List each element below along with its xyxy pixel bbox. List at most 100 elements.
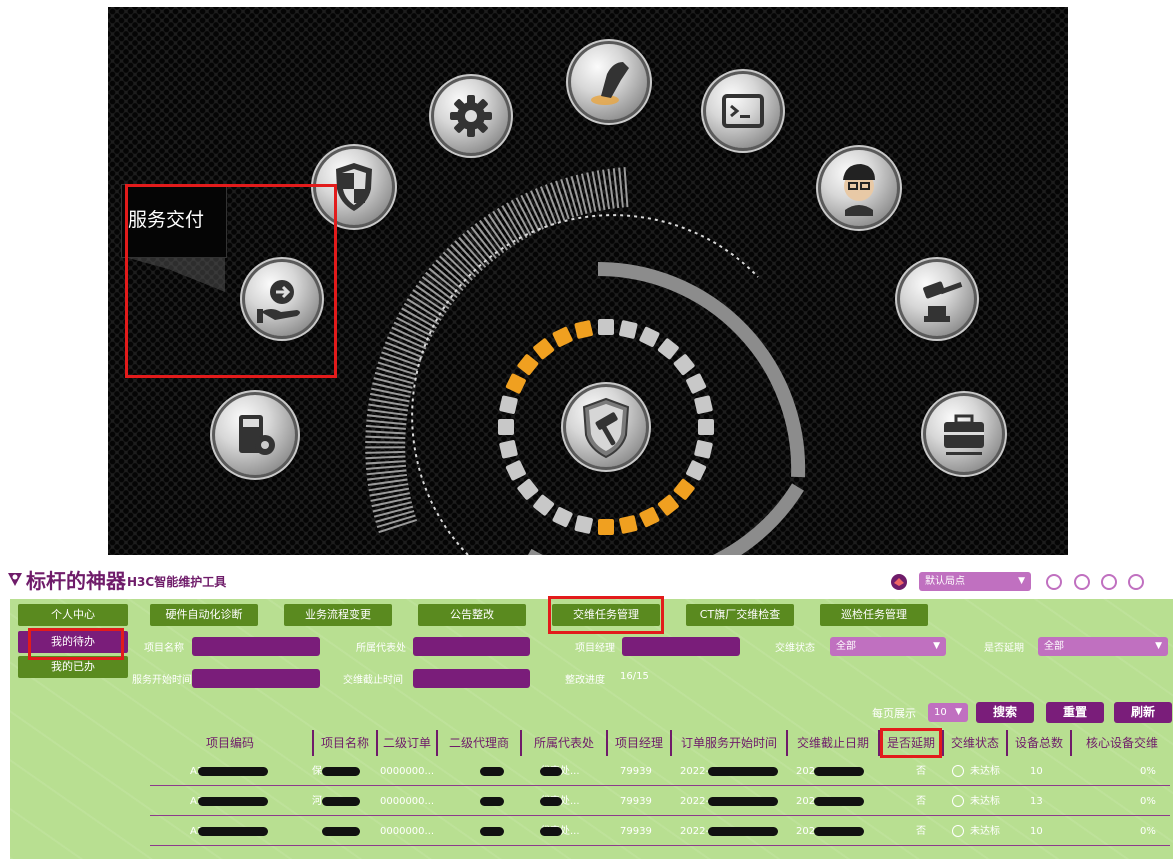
col-status[interactable]: 交维状态 [942, 730, 1006, 756]
project-name-input[interactable] [192, 637, 320, 656]
table-row[interactable]: A3H 河 0000000... 代表处... 79939 2022- 202 否 未达标 13 0… [150, 788, 1170, 816]
cell-text: 2022- [680, 826, 710, 837]
reset-button[interactable]: 重置 [1046, 702, 1104, 723]
settings-icon[interactable] [1074, 574, 1090, 590]
ring-segment [552, 507, 573, 528]
ring-segment [517, 354, 539, 376]
cell-deadline: 202 [796, 818, 864, 845]
cell-text: 0% [1140, 766, 1156, 777]
nav-notice-rectify[interactable]: 公告整改 [418, 604, 526, 626]
cell-text: 未达标 [970, 796, 1000, 807]
site-select[interactable]: 默认局点 ▼ [919, 572, 1031, 591]
cell-start: 2022- [680, 788, 778, 815]
cell-text: 否 [916, 796, 926, 807]
ring-segment [686, 373, 707, 394]
delayed-value: 全部 [1044, 641, 1064, 652]
refresh-button[interactable]: 刷新 [1114, 702, 1172, 723]
table-row[interactable]: A3 0000000... 代表处... 79939 2022- 202 否 未达标 10 0% [150, 818, 1170, 846]
maintenance-app: 标杆的神器 H3C智能维护工具 默认局点 ▼ 个人中心 我的待办 我的已办 硬件… [0, 562, 1173, 859]
sidebar-item-personal-center[interactable]: 个人中心 [18, 604, 128, 626]
cell-text: 未达标 [970, 766, 1000, 777]
cell-start: 2022- [680, 818, 778, 845]
ring-segment [657, 338, 679, 360]
chevron-down-icon: ▼ [1018, 576, 1025, 586]
redaction-bar [322, 797, 360, 806]
logo-icon [8, 573, 22, 586]
nav-inspection-task[interactable]: 巡检任务管理 [820, 604, 928, 626]
cell-order: 0000000... [380, 788, 434, 815]
ring-segment [533, 338, 555, 360]
cell-text: 13 [1030, 796, 1043, 807]
col-core[interactable]: 核心设备交维 [1070, 730, 1172, 756]
cell-text: 否 [916, 766, 926, 777]
user-icon[interactable] [1046, 574, 1062, 590]
chevron-down-icon: ▼ [955, 707, 962, 717]
col-project-name[interactable]: 项目名称 [312, 730, 376, 756]
deadline-input[interactable] [413, 669, 530, 688]
per-page-value: 10 [934, 707, 947, 718]
delayed-select[interactable]: 全部 ▼ [1038, 637, 1168, 656]
gear-icon[interactable] [434, 79, 508, 153]
redaction-bar [540, 827, 562, 836]
toolbox-icon[interactable] [926, 396, 1002, 472]
ring-segment [639, 507, 660, 528]
col-project-code[interactable]: 项目编码 [150, 730, 310, 756]
nav-hardware-diagnosis[interactable]: 硬件自动化诊断 [150, 604, 258, 626]
col-office[interactable]: 所属代表处 [520, 730, 606, 756]
handover-status-select[interactable]: 全部 ▼ [830, 637, 946, 656]
calculator-settings-icon[interactable] [215, 395, 295, 475]
hammer-press-icon[interactable] [900, 262, 974, 336]
cell-deadline: 202 [796, 788, 864, 815]
col-total[interactable]: 设备总数 [1006, 730, 1070, 756]
col-sub-order[interactable]: 二级订单 [376, 730, 436, 756]
ring-segment [574, 320, 593, 339]
table-row[interactable]: A3H 保 0000000... 代表处... 79939 2022- 202 否 未达标 10 0… [150, 758, 1170, 786]
manager-input[interactable] [622, 637, 740, 656]
nav-process-change[interactable]: 业务流程变更 [284, 604, 392, 626]
progress-value: 16/15 [620, 671, 649, 682]
filter-label-office: 所属代表处 [356, 643, 406, 654]
start-time-input[interactable] [192, 669, 320, 688]
hammer-shield-icon[interactable] [566, 387, 646, 467]
col-sub-agent[interactable]: 二级代理商 [436, 730, 520, 756]
ring-segment [673, 354, 695, 376]
cell-text: 10 [1030, 766, 1043, 777]
cell-start: 2022- [680, 758, 778, 785]
col-start-time[interactable]: 订单服务开始时间 [670, 730, 786, 756]
redaction-bar [540, 767, 562, 776]
cell-name: 河 [312, 788, 360, 815]
cell-order: 0000000... [380, 758, 434, 785]
search-button[interactable]: 搜索 [976, 702, 1034, 723]
cell-office: 代表处... [540, 758, 580, 785]
redaction-bar [708, 797, 778, 806]
col-manager[interactable]: 项目经理 [606, 730, 670, 756]
terminal-icon[interactable] [706, 74, 780, 148]
engineer-avatar-icon[interactable] [821, 150, 897, 226]
highlight-box-handover-task [548, 596, 664, 634]
ring-segment [657, 494, 679, 516]
app-header: 标杆的神器 H3C智能维护工具 默认局点 ▼ [0, 562, 1173, 599]
ring-segment [517, 478, 539, 500]
cell-text: 保 [312, 766, 322, 777]
chevron-down-icon: ▼ [933, 641, 940, 651]
col-deadline[interactable]: 交维截止日期 [786, 730, 878, 756]
cell-text: 79939 [620, 796, 652, 807]
ring-segment [694, 395, 713, 414]
cell-text: 0000000... [380, 766, 435, 777]
cell-text: 2022- [680, 796, 710, 807]
minimize-icon[interactable] [1101, 574, 1117, 590]
info-circle-icon [952, 825, 964, 837]
office-input[interactable] [413, 637, 530, 656]
maximize-icon[interactable] [1128, 574, 1144, 590]
location-icon [891, 574, 907, 590]
nav-ct-check[interactable]: CT旗厂交维检查 [686, 604, 794, 626]
cell-text: 0000000... [380, 826, 435, 837]
per-page-select[interactable]: 10 ▼ [928, 703, 968, 722]
hand-touch-icon[interactable] [571, 44, 647, 120]
cell-text: 202 [796, 766, 816, 777]
ring-segment [574, 515, 593, 534]
redaction-bar [540, 797, 562, 806]
redaction-bar [708, 827, 778, 836]
info-circle-icon [952, 765, 964, 777]
cell-status: 未达标 [952, 818, 1000, 845]
